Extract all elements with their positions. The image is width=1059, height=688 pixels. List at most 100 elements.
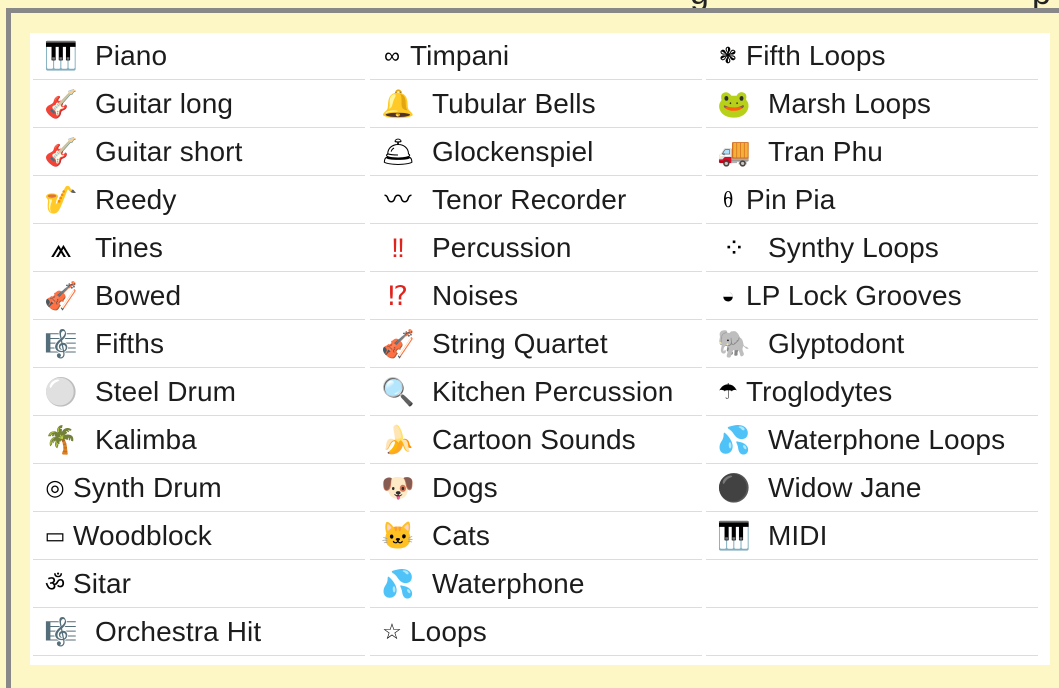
instrument-item[interactable]: ☂ Troglodytes: [706, 369, 1038, 416]
instrument-item[interactable]: 🛎 Glockenspiel: [370, 129, 702, 176]
instrument-item[interactable]: 🐱 Cats: [370, 513, 702, 560]
interrobang-icon: ⁉: [388, 280, 408, 311]
instrument-item[interactable]: 🎷 Reedy: [33, 177, 365, 224]
instrument-label: Timpani: [410, 40, 510, 71]
instrument-item[interactable]: ∞ Timpani: [370, 33, 702, 80]
instrument-label: Orchestra Hit: [95, 616, 262, 647]
umbrella-icon: ☂: [718, 379, 738, 404]
instrument-label: Dogs: [432, 472, 498, 503]
instrument-label: Glyptodont: [768, 328, 905, 359]
instrument-item[interactable]: 🔍 Kitchen Percussion: [370, 369, 702, 416]
instrument-item[interactable]: ☆ Loops: [370, 609, 702, 656]
instrument-item[interactable]: 🔔 Tubular Bells: [370, 81, 702, 128]
musical-score-icon: 🎼: [44, 328, 78, 359]
instrument-item[interactable]: ◎ Synth Drum: [33, 465, 365, 512]
instrument-label: Noises: [432, 280, 519, 311]
instrument-item[interactable]: ⁘ Synthy Loops: [706, 225, 1038, 272]
empty-list-row: [706, 609, 1038, 656]
instrument-label: Percussion: [432, 232, 572, 263]
instrument-item[interactable]: 🌴 Kalimba: [33, 417, 365, 464]
instrument-item[interactable]: 🎼 Fifths: [33, 321, 365, 368]
instrument-label: MIDI: [768, 520, 828, 551]
instrument-item[interactable]: ᦲ Pin Pia: [706, 177, 1038, 224]
double-exclamation-icon: ‼: [391, 232, 405, 263]
instrument-item[interactable]: 〰 Tenor Recorder: [370, 177, 702, 224]
instrument-label: Cats: [432, 520, 490, 551]
instrument-column-3: ❃ Fifth Loops 🐸 Marsh Loops 🚚 Tran Phu ᦲ Pin Pi…: [706, 33, 1038, 657]
palm-tree-icon: 🌴: [44, 424, 78, 455]
wave-icon: 〰: [384, 184, 412, 215]
instrument-item[interactable]: 🎸 Guitar short: [33, 129, 365, 176]
gray-ball-icon: ⚫: [717, 472, 751, 503]
bell-icon: 🔔: [381, 88, 415, 119]
small-glyph-icon: ᦲ: [722, 187, 734, 212]
instrument-label: Tubular Bells: [432, 88, 596, 119]
instrument-label: Synthy Loops: [768, 232, 939, 263]
instrument-label: Waterphone: [432, 568, 585, 599]
instrument-label: String Quartet: [432, 328, 608, 359]
service-bell-icon: 🛎: [380, 136, 416, 167]
instrument-item[interactable]: ❃ Fifth Loops: [706, 33, 1038, 80]
instrument-item[interactable]: 🎸 Guitar long: [33, 81, 365, 128]
instrument-item[interactable]: ॐ Sitar: [33, 561, 365, 608]
instrument-item[interactable]: ⚪ Steel Drum: [33, 369, 365, 416]
instrument-item[interactable]: ⩕ Tines: [33, 225, 365, 272]
instrument-label: Steel Drum: [95, 376, 237, 407]
musical-score-icon: 🎼: [44, 616, 78, 647]
instrument-label: Glockenspiel: [432, 136, 594, 167]
instrument-item[interactable]: 💦 Waterphone: [370, 561, 702, 608]
instrument-label: Kitchen Percussion: [432, 376, 674, 407]
instrument-item[interactable]: ‼ Percussion: [370, 225, 702, 272]
instrument-label: Marsh Loops: [768, 88, 931, 119]
instrument-label: Piano: [95, 40, 168, 71]
instrument-item[interactable]: 🎻 String Quartet: [370, 321, 702, 368]
instrument-label: Widow Jane: [768, 472, 922, 503]
frog-icon: 🐸: [717, 88, 751, 119]
instrument-label: Woodblock: [73, 520, 212, 551]
instrument-label: Pin Pia: [746, 184, 836, 215]
half-circle-icon: ◒: [721, 283, 735, 308]
instrument-label: Cartoon Sounds: [432, 424, 636, 455]
instrument-label: Tenor Recorder: [432, 184, 627, 215]
instrument-label: LP Lock Grooves: [746, 280, 962, 311]
instrument-item[interactable]: 🐘 Glyptodont: [706, 321, 1038, 368]
violin-icon: 🎻: [381, 328, 415, 359]
guitar-icon: 🎸: [44, 88, 78, 119]
instrument-label: Reedy: [95, 184, 177, 215]
instrument-item[interactable]: 🎹 Piano: [33, 33, 365, 80]
instrument-label: Waterphone Loops: [768, 424, 1006, 455]
magnifying-glass-icon: 🔍: [381, 376, 415, 407]
rectangle-icon: ▭: [44, 523, 66, 548]
instrument-item[interactable]: 💦 Waterphone Loops: [706, 417, 1038, 464]
dog-face-icon: 🐶: [381, 472, 415, 503]
instrument-label: Fifths: [95, 328, 165, 359]
instrument-item[interactable]: 🎻 Bowed: [33, 273, 365, 320]
instrument-item[interactable]: 🍌 Cartoon Sounds: [370, 417, 702, 464]
empty-list-row: [706, 561, 1038, 608]
instrument-label: Sitar: [73, 568, 132, 599]
instrument-label: Troglodytes: [746, 376, 893, 407]
tines-icon: ⩕: [50, 232, 72, 263]
elephant-icon: 🐘: [717, 328, 751, 359]
instrument-item[interactable]: ◒ LP Lock Grooves: [706, 273, 1038, 320]
instrument-column-1: 🎹 Piano 🎸 Guitar long 🎸 Guitar short 🎷 Reedy ⩕ Ti…: [33, 33, 365, 657]
instrument-label: Guitar long: [95, 88, 234, 119]
instrument-item[interactable]: ▭ Woodblock: [33, 513, 365, 560]
instrument-item[interactable]: ⁉ Noises: [370, 273, 702, 320]
piano-keyboard-icon: 🎹: [44, 40, 78, 71]
instrument-column-2: ∞ Timpani 🔔 Tubular Bells 🛎 Glockenspiel 〰 Teno…: [370, 33, 702, 657]
cat-face-icon: 🐱: [381, 520, 415, 551]
concentric-circle-icon: ◎: [45, 475, 65, 500]
instrument-item[interactable]: 🚚 Tran Phu: [706, 129, 1038, 176]
instrument-item[interactable]: 🎼 Orchestra Hit: [33, 609, 365, 656]
instrument-label: Loops: [410, 616, 487, 647]
instrument-label: Guitar short: [95, 136, 243, 167]
instrument-item[interactable]: 🐸 Marsh Loops: [706, 81, 1038, 128]
instrument-item[interactable]: 🐶 Dogs: [370, 465, 702, 512]
instrument-item[interactable]: 🎹 MIDI: [706, 513, 1038, 560]
instrument-item[interactable]: ⚫ Widow Jane: [706, 465, 1038, 512]
guitar-icon: 🎸: [44, 136, 78, 167]
saxophone-icon: 🎷: [44, 184, 78, 215]
water-drops-icon: 💦: [381, 568, 415, 599]
truck-icon: 🚚: [717, 136, 751, 167]
